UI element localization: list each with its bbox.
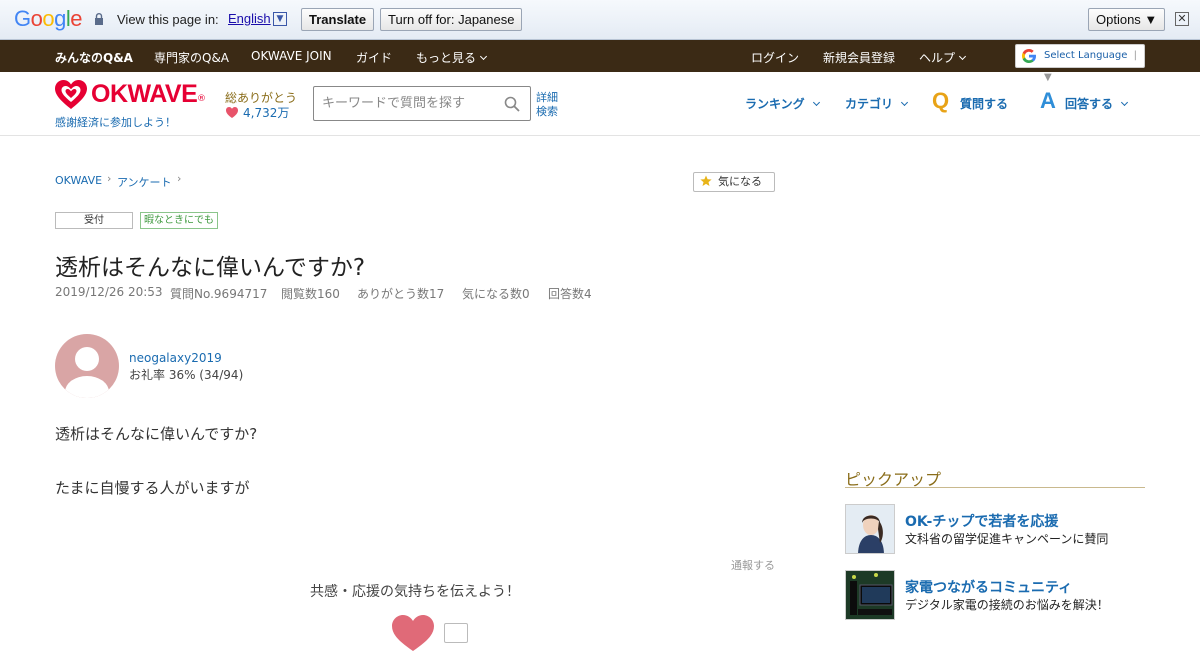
pickup-divider (845, 487, 1145, 488)
question-number: 質問No.9694717 (170, 287, 268, 301)
select-language-label: Select Language (1044, 50, 1128, 61)
heart-logo-icon (55, 80, 87, 109)
star-icon (700, 175, 712, 186)
nav-help-label: ヘルプ (919, 51, 956, 65)
user-silhouette-icon (65, 347, 109, 398)
watch-button[interactable]: 気になる (693, 172, 775, 192)
question-date: 2019/12/26 20:53 (55, 285, 163, 299)
chevron-down-icon (1120, 98, 1129, 107)
nav-category[interactable]: カテゴリ (845, 95, 909, 112)
registered-mark: ® (197, 94, 206, 104)
ask-question-button[interactable]: 質問する (960, 95, 1008, 112)
lock-icon (95, 13, 103, 25)
question-q-icon: Q (932, 88, 950, 113)
report-link[interactable]: 通報する (731, 557, 775, 573)
nav-register[interactable]: 新規会員登録 (823, 49, 895, 66)
category-badge: 暇なときにでも (140, 212, 218, 229)
pickup-heading-link[interactable]: 家電つながるコミュニティ (905, 577, 1072, 597)
breadcrumb-separator: › (177, 172, 182, 185)
pickup-thumbnail[interactable] (845, 570, 895, 620)
logo-text: OKWAVE (91, 80, 198, 108)
chevron-down-icon (812, 98, 820, 107)
google-logo: Google (14, 6, 83, 31)
search-input[interactable] (314, 87, 494, 120)
user-name-link[interactable]: neogalaxy2019 (129, 351, 222, 365)
nav-login[interactable]: ログイン (751, 49, 799, 66)
pickup-subtext: デジタル家電の接続のお悩みを解決！ (905, 598, 1109, 612)
nav-ranking[interactable]: ランキング (745, 95, 820, 112)
pickup-thumbnail[interactable] (845, 504, 895, 554)
nav-ranking-label: ランキング (745, 97, 805, 111)
view-count: 閲覧数160 (281, 287, 340, 301)
language-link[interactable]: English (228, 11, 271, 26)
counter-box (444, 623, 468, 643)
nav-guide[interactable]: ガイド (356, 49, 392, 66)
top-nav: みんなのQ&A 専門家のQ&A OKWAVE JOIN ガイド もっと見る ログ… (0, 40, 1200, 83)
breadcrumb-okwave[interactable]: OKWAVE (55, 174, 102, 187)
answer-label: 回答する (1065, 97, 1114, 111)
turn-off-button[interactable]: Turn off for: Japanese (380, 8, 523, 31)
breadcrumb-separator: › (107, 172, 112, 185)
view-in-label: View this page in: (117, 12, 219, 27)
status-badge: 受付 (55, 212, 133, 229)
options-button[interactable]: Options ▼ (1088, 8, 1166, 31)
question-body-line: たまに自慢する人がいますが (55, 479, 250, 497)
question-title: 透析はそんなに偉いんですか? (55, 255, 366, 281)
avatar[interactable] (55, 334, 119, 398)
language-dropdown-icon[interactable]: ▼ (273, 12, 287, 26)
search-icon[interactable] (504, 96, 520, 112)
nav-minna-qa[interactable]: みんなのQ&A (55, 49, 133, 66)
nav-help[interactable]: ヘルプ (919, 49, 967, 66)
translate-bar: Google View this page in: English ▼ Tran… (0, 0, 1200, 40)
support-prompt: 共感・応援の気持ちを伝えよう！ (310, 584, 520, 600)
translate-button[interactable]: Translate (301, 8, 375, 31)
question-body-line: 透析はそんなに偉いんですか? (55, 425, 258, 443)
nav-expert-qa[interactable]: 専門家のQ&A (154, 49, 229, 66)
tagline[interactable]: 感謝経済に参加しよう！ (55, 114, 176, 130)
student-photo-icon (846, 505, 894, 553)
appliance-photo-icon (846, 571, 894, 619)
chevron-down-icon (958, 52, 967, 61)
chevron-down-icon (900, 98, 909, 107)
nav-okwave-join[interactable]: OKWAVE JOIN (251, 49, 332, 63)
search-box (313, 86, 531, 121)
pickup-heading-link[interactable]: OK-チップで若者を応援 (905, 511, 1058, 531)
breadcrumb-survey[interactable]: アンケート (117, 174, 172, 190)
watch-count: 気になる数0 (462, 287, 530, 301)
thanks-heart-button[interactable] (392, 615, 434, 651)
nav-category-label: カテゴリ (845, 97, 894, 111)
google-g-icon (1021, 49, 1036, 63)
close-icon[interactable]: ✕ (1175, 12, 1189, 26)
select-language-widget[interactable]: Select Language | ▼ (1015, 44, 1145, 83)
nav-more-label: もっと見る (416, 51, 477, 65)
advanced-search-link[interactable]: 詳細検索 (536, 91, 562, 119)
answer-button[interactable]: 回答する (1065, 95, 1129, 112)
answer-count: 回答数4 (548, 287, 592, 301)
thanks-count: ありがとう数17 (357, 287, 445, 301)
nav-more[interactable]: もっと見る (416, 49, 488, 66)
pickup-subtext: 文科省の留学促進キャンペーンに賛同 (905, 532, 1109, 546)
site-header: OKWAVE ® 感謝経済に参加しよう！ 総ありがとう 4,732万 詳細検索 … (0, 72, 1200, 136)
heart-icon (226, 107, 238, 118)
watch-label: 気になる (718, 175, 762, 188)
user-thanks-rate: お礼率 36% (34/94) (129, 368, 244, 382)
answer-a-icon: A (1040, 88, 1056, 113)
total-thanks-count: 4,732万 (243, 106, 290, 120)
chevron-down-icon (479, 52, 488, 61)
